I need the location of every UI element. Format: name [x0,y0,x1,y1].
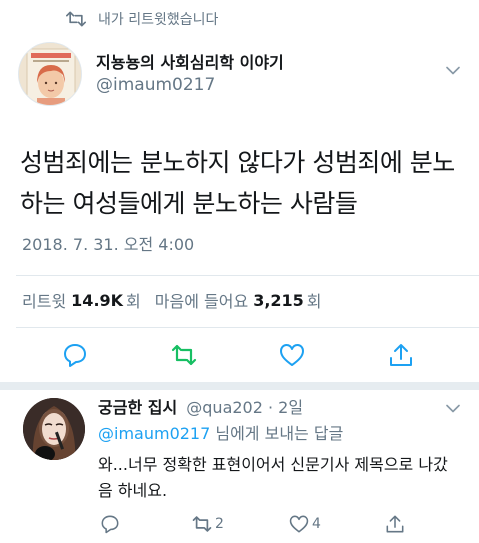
author-avatar[interactable] [18,42,82,106]
like-stat-label[interactable]: 마음에 들어요 [155,288,248,312]
chevron-down-icon[interactable] [445,402,461,414]
reply-header: 궁금한 집시 @qua202 · 2일 [98,397,303,419]
reply-button[interactable] [60,340,90,370]
divider [16,327,479,328]
reply-text: 와...너무 정확한 표현이어서 신문기사 제목으로 나갔음 하네요. [98,455,448,500]
like-icon [289,515,309,533]
like-unit: 회 [306,292,322,311]
reply-to-mention[interactable]: @imaum0217 [98,424,210,443]
author-info: 지뇽뇽의 사회심리학 이야기 @imaum0217 [96,52,284,96]
retweet-context-label: 내가 리트윗했습니다 [98,12,219,28]
reply-retweet-button[interactable]: 2 [192,512,224,536]
retweet-context: 내가 리트윗했습니다 [66,8,218,30]
share-icon [390,344,412,366]
share-button[interactable] [386,340,416,370]
reply-author-name[interactable]: 궁금한 집시 [98,398,177,417]
reply-icon [101,515,119,534]
reply-like-count: 4 [312,516,321,532]
tweet-timestamp[interactable]: 2018. 7. 31. 오전 4:00 [22,234,194,256]
like-icon [280,344,304,366]
reply-action-bar: 2 4 [0,512,479,538]
author-handle[interactable]: @imaum0217 [96,74,284,96]
retweet-stat-label[interactable]: 리트윗 [22,288,66,312]
reply-author-meta[interactable]: @qua202 · 2일 [186,398,303,417]
author-name[interactable]: 지뇽뇽의 사회심리학 이야기 [96,52,284,74]
retweet-icon [192,516,212,532]
like-button[interactable] [277,340,307,370]
reply-to-suffix: 님에게 보내는 답글 [210,424,344,443]
divider [16,275,479,276]
share-icon [386,515,404,533]
retweet-count[interactable]: 14.9K [71,291,123,310]
chevron-down-icon[interactable] [445,64,461,76]
reply-reply-button[interactable] [100,512,120,536]
tweet-action-bar [0,340,479,372]
reply-like-button[interactable]: 4 [289,512,321,536]
retweet-icon [66,11,86,27]
like-count[interactable]: 3,215 [253,291,304,310]
section-divider [0,382,479,390]
retweet-unit: 회 [126,292,141,311]
reply-share-button[interactable] [385,512,405,536]
retweet-icon [171,344,197,366]
reply-icon [64,344,86,367]
reply-author-avatar[interactable] [23,398,85,460]
replying-to: @imaum0217 님에게 보내는 답글 [98,423,343,445]
tweet-text: 성범죄에는 분노하지 않다가 성범죄에 분노하는 여성들에게 분노하는 사람들 [20,148,455,218]
retweet-button[interactable] [169,340,199,370]
tweet-stats: 리트윗 14.9K 회 마음에 들어요 3,215 회 [22,288,336,312]
reply-retweet-count: 2 [215,516,224,532]
